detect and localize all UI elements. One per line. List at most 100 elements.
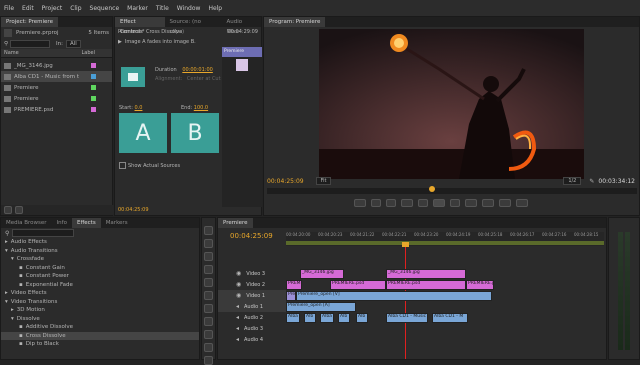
project-item[interactable]: Premiere [1,93,112,104]
eye-icon[interactable]: ◉ [236,270,241,277]
effects-item[interactable]: ▪ Constant Power [1,272,199,281]
tab-media-browser[interactable]: Media Browser [1,218,52,228]
step-forward-icon[interactable] [450,199,460,207]
column-label-header[interactable]: Label [82,50,96,56]
effects-folder[interactable]: ▸ Video Effects [1,289,199,298]
ripple-edit-tool-icon[interactable] [204,252,213,261]
timeline-clip[interactable]: PREMIERE.psd [330,280,386,290]
program-playhead[interactable] [429,186,435,192]
rate-stretch-tool-icon[interactable] [204,278,213,287]
timeline-clip[interactable]: Pre [286,291,296,301]
timeline-clip[interactable]: _MG_3146.jpg [300,269,344,279]
source-b-box[interactable]: B [171,113,219,153]
speaker-icon[interactable]: ◂ [236,303,239,310]
program-current-time[interactable]: 00:04:25:09 [267,178,304,185]
effects-folder[interactable]: ▸ Audio Effects [1,238,199,247]
timeline-clip[interactable]: Alb [338,313,350,323]
project-item[interactable]: Alba CD1 - Music from the [1,71,112,82]
program-scrub-bar[interactable] [267,186,637,194]
go-to-in-icon[interactable] [401,199,413,207]
program-video-frame[interactable] [319,29,584,179]
list-view-icon[interactable] [4,206,12,214]
speaker-icon[interactable]: ◂ [236,325,239,332]
menu-clip[interactable]: Clip [66,5,85,12]
transition-block[interactable] [236,59,248,71]
menu-sequence[interactable]: Sequence [86,5,124,12]
track-select-tool-icon[interactable] [204,239,213,248]
timeline-clip[interactable]: PREMIERE.psd [386,280,466,290]
effects-folder[interactable]: ▾ Dissolve [1,315,199,324]
extract-icon[interactable] [499,199,511,207]
tab-effects[interactable]: Effects [71,218,101,228]
show-sources-checkbox[interactable] [119,162,126,169]
search-icon[interactable]: ⚲ [5,230,9,237]
menu-project[interactable]: Project [38,5,67,12]
effects-folder[interactable]: ▸ 3D Motion [1,306,199,315]
timeline-current-time[interactable]: 00:04:25:09 [230,232,273,240]
tab-project[interactable]: Project: Premiere [1,17,58,27]
timeline-clip[interactable]: PREMIERE.ps [466,280,494,290]
track-header[interactable]: ◉ Video 2 [218,279,286,290]
playhead-handle[interactable] [402,242,409,247]
timeline-clip[interactable]: Alba [286,313,300,323]
tab-source[interactable]: Source: (no clips) [165,17,222,35]
timeline-clip[interactable]: Alba [320,313,334,323]
source-a-box[interactable]: A [119,113,167,153]
search-input[interactable] [10,40,51,48]
add-marker-icon[interactable] [354,199,366,207]
menu-help[interactable]: Help [204,5,226,12]
timeline-clip[interactable]: _MG_3146.jpg [386,269,466,279]
timeline-clip[interactable]: Premiere_open [A] [286,302,356,312]
effects-search-input[interactable] [12,229,75,237]
razor-tool-icon[interactable] [204,291,213,300]
menu-window[interactable]: Window [173,5,205,12]
timeline-clip[interactable]: Alb [304,313,316,323]
tab-info[interactable]: Info [52,218,72,228]
effects-folder[interactable]: ▾ Video Transitions [1,298,199,307]
track-header[interactable]: ◂ Audio 3 [218,323,286,334]
start-value[interactable]: 0.0 [135,105,143,111]
menu-file[interactable]: File [0,5,18,12]
step-back-icon[interactable] [418,199,428,207]
effects-folder[interactable]: ▾ Crossfade [1,255,199,264]
alignment-select[interactable]: Center at Cut [187,76,221,82]
in-select[interactable]: All [66,40,81,48]
timeline-clip[interactable]: Alba CD1 - Music [386,313,428,323]
work-area-bar[interactable] [286,241,604,245]
effects-item[interactable]: ▪ Cross Dissolve [1,331,199,340]
track-header[interactable]: ◂ Audio 4 [218,334,286,345]
eye-icon[interactable]: ◉ [236,281,241,288]
effects-item[interactable]: ▪ Dip to Black [1,340,199,349]
lift-icon[interactable] [482,199,494,207]
pen-tool-icon[interactable] [204,330,213,339]
play-icon[interactable] [433,199,445,207]
timeline-clip[interactable]: Alba CD1 - M [432,313,468,323]
tab-timeline-sequence[interactable]: Premiere [218,218,253,228]
tab-program[interactable]: Program: Premiere [264,17,326,27]
effects-item[interactable]: ▪ Constant Gain [1,264,199,273]
track-header[interactable]: ◉ Video 1 [218,290,286,301]
project-item[interactable]: PREMIERE.psd [1,104,112,115]
tab-effect-controls[interactable]: Effect Controls [115,17,165,35]
rolling-edit-tool-icon[interactable] [204,265,213,274]
timeline-tracks-area[interactable]: _MG_3146.jpg _MG_3146.jpg PREMI PREMIERE… [286,268,604,348]
selection-tool-icon[interactable] [204,226,213,235]
track-header[interactable]: ◂ Audio 2 [218,312,286,323]
mark-out-icon[interactable] [386,199,396,207]
menu-title[interactable]: Title [152,5,173,12]
slip-tool-icon[interactable] [204,304,213,313]
effects-folder[interactable]: ▾ Audio Transitions [1,247,199,256]
end-value[interactable]: 100.0 [194,105,208,111]
effects-item[interactable]: ▪ Exponential Fade [1,281,199,290]
timeline-ruler[interactable]: 00:04:20:00 00:04:20:23 00:04:21:22 00:0… [286,232,604,246]
tab-audio-mixer[interactable]: Audio Mixe [221,17,261,35]
play-transition-icon[interactable]: ▶ [118,39,122,45]
duration-value[interactable]: 00:00:01:00 [182,67,213,73]
export-frame-icon[interactable] [516,199,528,207]
icon-view-icon[interactable] [15,206,23,214]
search-icon[interactable]: ⚲ [4,41,8,47]
timeline-clip[interactable]: PREMI [286,280,302,290]
timeline-clip[interactable]: Alb [356,313,368,323]
mark-in-icon[interactable] [371,199,381,207]
track-header[interactable]: ◂ Audio 1 [218,301,286,312]
